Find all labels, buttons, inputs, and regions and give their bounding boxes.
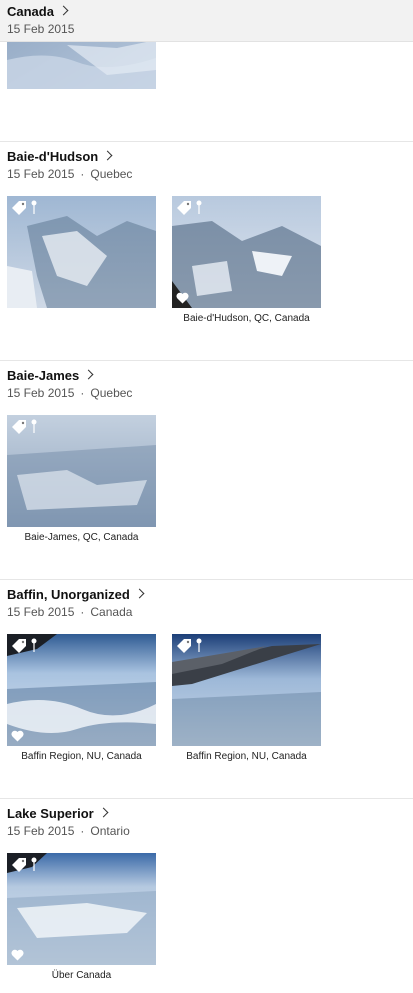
tag-icon bbox=[10, 856, 38, 874]
section-divider bbox=[0, 579, 413, 580]
tag-icon bbox=[175, 637, 203, 655]
photo-caption: Über Canada bbox=[51, 970, 112, 981]
section-region: Quebec bbox=[90, 167, 133, 181]
section-region: Quebec bbox=[90, 386, 133, 400]
section-date: 15 Feb 2015 bbox=[7, 824, 75, 838]
photo-thumbnail[interactable] bbox=[7, 415, 156, 527]
separator-dot: · bbox=[80, 167, 85, 181]
section-divider bbox=[0, 141, 413, 142]
tag-icon bbox=[10, 418, 38, 436]
header-title-row[interactable]: Canada bbox=[7, 4, 74, 20]
section-region: Ontario bbox=[90, 824, 130, 838]
section-date: 15 Feb 2015 bbox=[7, 386, 75, 400]
section-region: Canada bbox=[90, 605, 133, 619]
heart-icon[interactable] bbox=[11, 730, 24, 742]
section-date: 15 Feb 2015 bbox=[7, 605, 75, 619]
heart-icon[interactable] bbox=[11, 949, 24, 961]
moment-header: Baffin, Unorganized 15 Feb 2015 · Canada bbox=[7, 587, 145, 620]
section-subtitle: 15 Feb 2015 · Quebec bbox=[7, 386, 132, 401]
moment-header: Lake Superior 15 Feb 2015 · Ontario bbox=[7, 806, 130, 839]
chevron-right-icon bbox=[102, 150, 113, 161]
photo-thumbnail[interactable] bbox=[7, 634, 156, 746]
separator-dot: · bbox=[80, 824, 85, 838]
photo-caption: Baie-d'Hudson, QC, Canada bbox=[183, 313, 310, 324]
heart-icon[interactable] bbox=[176, 292, 189, 304]
section-title[interactable]: Baie-James bbox=[7, 368, 79, 383]
moment-header: Baie-James 15 Feb 2015 · Quebec bbox=[7, 368, 132, 401]
section-title-row[interactable]: Lake Superior bbox=[7, 806, 130, 822]
photo-caption: Baffin Region, NU, Canada bbox=[21, 751, 142, 762]
section-title[interactable]: Baffin, Unorganized bbox=[7, 587, 130, 602]
chevron-right-icon bbox=[134, 588, 145, 599]
section-divider bbox=[0, 798, 413, 799]
chevron-right-icon bbox=[98, 807, 109, 818]
section-title[interactable]: Lake Superior bbox=[7, 806, 94, 821]
separator-dot: · bbox=[80, 605, 85, 619]
tag-icon bbox=[10, 637, 38, 655]
separator-dot: · bbox=[80, 386, 85, 400]
section-subtitle: 15 Feb 2015 · Quebec bbox=[7, 167, 132, 182]
section-title-row[interactable]: Baie-James bbox=[7, 368, 132, 384]
header-title[interactable]: Canada bbox=[7, 4, 54, 19]
section-date: 15 Feb 2015 bbox=[7, 167, 75, 181]
sticky-section-header[interactable]: Canada 15 Feb 2015 bbox=[0, 0, 413, 42]
section-subtitle: 15 Feb 2015 · Canada bbox=[7, 605, 143, 620]
photo-thumbnail[interactable] bbox=[7, 196, 156, 308]
section-divider bbox=[0, 360, 413, 361]
photo-caption: Baffin Region, NU, Canada bbox=[186, 751, 307, 762]
photo-caption: Baie-James, QC, Canada bbox=[24, 532, 139, 543]
photo-thumbnail[interactable] bbox=[172, 196, 321, 308]
moment-header: Baie-d'Hudson 15 Feb 2015 · Quebec bbox=[7, 149, 132, 182]
photo-thumbnail[interactable] bbox=[7, 853, 156, 965]
section-title-row[interactable]: Baie-d'Hudson bbox=[7, 149, 132, 165]
photo-thumbnail[interactable] bbox=[172, 634, 321, 746]
chevron-right-icon bbox=[58, 5, 69, 16]
tag-icon bbox=[175, 199, 203, 217]
section-title[interactable]: Baie-d'Hudson bbox=[7, 149, 98, 164]
chevron-right-icon bbox=[83, 369, 94, 380]
header-date: 15 Feb 2015 bbox=[7, 22, 75, 36]
section-title-row[interactable]: Baffin, Unorganized bbox=[7, 587, 145, 603]
tag-icon bbox=[10, 199, 38, 217]
section-subtitle: 15 Feb 2015 · Ontario bbox=[7, 824, 130, 839]
